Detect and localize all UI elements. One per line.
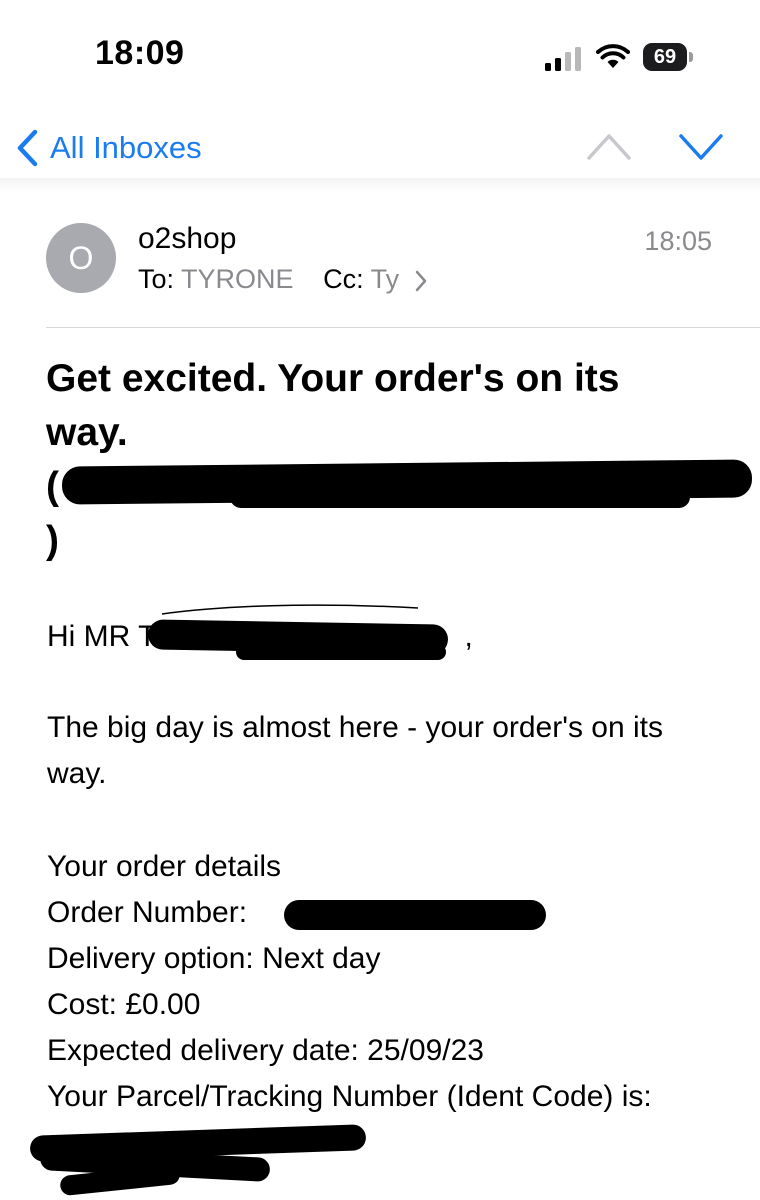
previous-message-chevron-up-icon[interactable] [586,130,632,164]
cellular-signal-icon [545,47,581,71]
subject-line-4: ) [46,519,59,562]
order-number-label: Order Number: [47,896,248,929]
redaction-mark [284,900,546,930]
message-header: O o2shop 18:05 To: TYRONE Cc: Ty [0,190,760,328]
chevron-right-icon[interactable] [415,270,427,292]
redaction-mark [230,486,690,508]
greeting-suffix: , [464,620,473,653]
greeting-prefix: Hi MR T [47,620,157,653]
battery-level: 69 [643,43,687,71]
tracking-label: Your Parcel/Tracking Number (Ident Code)… [47,1080,652,1113]
subject-line-1: Get excited. Your order's on its [46,357,620,400]
details-heading: Your order details [47,850,282,883]
battery-icon: 69 [643,43,695,73]
expected-delivery-date: Expected delivery date: 25/09/23 [47,1034,484,1067]
to-label: To: [138,264,175,294]
nav-bar: All Inboxes [0,110,760,188]
scribble-mark [161,604,419,615]
subject-line-2: way. [46,411,128,454]
next-message-chevron-down-icon[interactable] [678,130,724,164]
cc-label: Cc: [323,264,364,294]
cost: Cost: £0.00 [47,988,201,1021]
cc-recipient[interactable]: Ty [371,264,400,294]
order-details: Your order details Order Number: Deliver… [47,844,652,1120]
chevron-left-icon [17,129,38,167]
delivery-option: Delivery option: Next day [47,942,381,975]
status-bar: 18:09 69 [0,0,760,110]
recipients-row[interactable]: To: TYRONE Cc: Ty [138,264,427,295]
intro-paragraph: The big day is almost here - your order'… [47,711,663,790]
back-button[interactable]: All Inboxes [16,126,202,170]
avatar[interactable]: O [46,223,116,293]
header-divider [46,327,760,328]
battery-cap [689,52,693,62]
wifi-icon [596,44,630,68]
status-time: 18:09 [95,34,185,72]
to-recipient[interactable]: TYRONE [181,264,294,294]
back-label: All Inboxes [50,130,202,165]
message-time: 18:05 [644,226,712,256]
sender-name[interactable]: o2shop [138,222,236,256]
redaction-mark [236,644,446,660]
